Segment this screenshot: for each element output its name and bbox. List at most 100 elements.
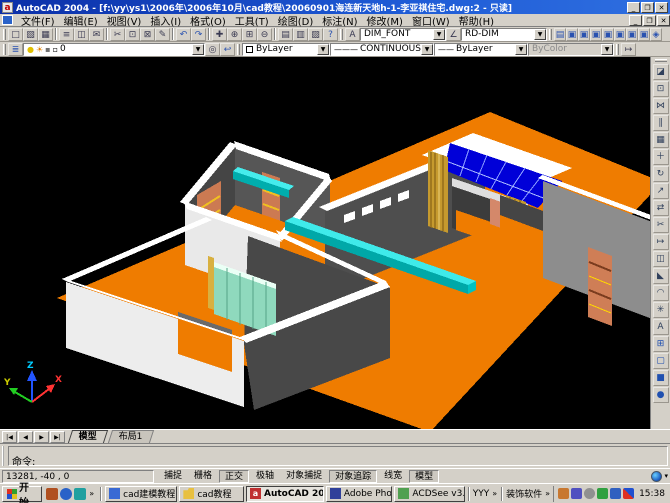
task-cad-modeling-tutorial[interactable]: cad建模教程... xyxy=(105,485,178,502)
help-button[interactable]: ? xyxy=(323,27,338,41)
toolbar-grip[interactable] xyxy=(654,59,667,62)
menu-item[interactable]: 编辑(E) xyxy=(60,13,102,28)
layer-manager-icon[interactable]: ≣ xyxy=(8,42,23,56)
menu-item[interactable]: 格式(O) xyxy=(186,13,230,28)
modify-toolbar-button[interactable]: ⇄ xyxy=(652,200,669,216)
minimize-button[interactable]: _ xyxy=(627,1,640,13)
polar-toggle[interactable]: 极轴 xyxy=(251,470,279,483)
tab-layout1[interactable]: 布局1 xyxy=(107,430,154,443)
menu-item[interactable]: 修改(M) xyxy=(363,13,407,28)
dim-style-combo[interactable]: RD-DIM ▼ xyxy=(461,27,547,41)
tab-last-icon[interactable]: ▶| xyxy=(50,431,65,443)
tray-icon-5[interactable] xyxy=(610,488,622,499)
modify-toolbar-button[interactable]: ⊡ xyxy=(652,81,669,97)
quicklaunch-icon-2[interactable] xyxy=(60,487,73,500)
task-autocad[interactable]: a AutoCAD 200... xyxy=(245,485,324,502)
file-toolbar-button[interactable]: □ xyxy=(8,27,23,41)
command-grip[interactable] xyxy=(2,446,6,466)
quicklaunch-icon-3[interactable] xyxy=(74,487,87,500)
communication-center-icon[interactable] xyxy=(651,470,663,482)
menu-item[interactable]: 标注(N) xyxy=(318,13,361,28)
undo-redo-button[interactable]: ↷ xyxy=(191,27,206,41)
task-photoshop[interactable]: Adobe Photo... xyxy=(325,485,393,502)
print-toolbar-button[interactable]: ≡ xyxy=(59,27,74,41)
text-style-icon[interactable]: A xyxy=(345,27,360,41)
tab-model[interactable]: 模型 xyxy=(67,430,109,443)
undo-redo-button[interactable]: ↶ xyxy=(176,27,191,41)
chevron-more-icon[interactable]: » xyxy=(88,489,95,498)
grid-toggle[interactable]: 栅格 xyxy=(189,470,217,483)
zoom-toolbar-button[interactable]: ⊕ xyxy=(227,27,242,41)
chevron-down-icon[interactable]: ▼ xyxy=(534,28,546,40)
tray-icon-3[interactable] xyxy=(584,488,596,499)
toolbar-grip[interactable] xyxy=(3,43,6,55)
modify-toolbar-button[interactable]: ▦ xyxy=(652,132,669,148)
view-cube-button[interactable]: ▣ xyxy=(590,27,602,41)
doc-restore-button[interactable]: ❐ xyxy=(643,14,656,26)
menu-item[interactable]: 工具(T) xyxy=(231,13,273,28)
modify-toolbar-button[interactable]: ⋈ xyxy=(652,98,669,114)
tray-icon-2[interactable] xyxy=(571,488,583,499)
view-cube-button[interactable]: ▣ xyxy=(614,27,626,41)
task-cad-tutorial-folder[interactable]: cad教程 xyxy=(179,485,244,502)
palette-toolbar-button[interactable]: ▥ xyxy=(293,27,308,41)
tab-next-icon[interactable]: ▶ xyxy=(34,431,49,443)
modify-toolbar-button[interactable]: ◠ xyxy=(652,285,669,301)
zoom-toolbar-button[interactable]: ⊖ xyxy=(257,27,272,41)
view-cube-button[interactable]: ▣ xyxy=(602,27,614,41)
otrack-toggle[interactable]: 对象追踪 xyxy=(329,469,378,483)
chevron-down-icon[interactable]: ▼ xyxy=(192,43,204,55)
chevron-down-icon[interactable]: ▾ xyxy=(664,472,668,480)
edit-toolbar-button[interactable]: ⊠ xyxy=(140,27,155,41)
edit-toolbar-button[interactable]: ✂ xyxy=(110,27,125,41)
command-input[interactable]: 命令: xyxy=(8,446,668,468)
make-layer-current-icon[interactable]: ◎ xyxy=(205,42,220,56)
menu-item[interactable]: 帮助(H) xyxy=(455,13,498,28)
tray-icon-6[interactable] xyxy=(623,488,635,499)
menu-item[interactable]: 插入(I) xyxy=(146,13,185,28)
chevron-down-icon[interactable]: ▼ xyxy=(317,43,329,55)
close-button[interactable]: ✕ xyxy=(655,1,668,13)
menu-item[interactable]: 文件(F) xyxy=(17,13,59,28)
modify-toolbar-button[interactable]: ■ xyxy=(652,370,669,386)
view-cube-button[interactable]: ▣ xyxy=(578,27,590,41)
taskbar-toolbar-yyy[interactable]: YYY xyxy=(473,489,490,499)
modify-toolbar-button[interactable]: ↗ xyxy=(652,183,669,199)
task-acdsee[interactable]: ACDSee v3.1... xyxy=(394,485,465,502)
chevron-down-icon[interactable]: ▼ xyxy=(515,43,527,55)
taskbar-toolbar-deco[interactable]: 装饰软件 xyxy=(506,487,542,500)
model-space-toggle[interactable]: 模型 xyxy=(409,469,440,483)
lineweight-combo[interactable]: —— ByLayer ▼ xyxy=(434,42,528,56)
color-combo[interactable]: ByLayer ▼ xyxy=(242,42,330,56)
toolbar-grip[interactable] xyxy=(616,43,619,55)
toolbar-grip[interactable] xyxy=(549,28,552,40)
chevron-down-icon[interactable]: ▼ xyxy=(421,43,433,55)
ortho-toggle[interactable]: 正交 xyxy=(219,469,250,483)
modify-toolbar-button[interactable]: A xyxy=(652,319,669,335)
edit-toolbar-button[interactable]: ✎ xyxy=(155,27,170,41)
print-toolbar-button[interactable]: ◫ xyxy=(74,27,89,41)
linetype-combo[interactable]: ——— CONTINUOUS ▼ xyxy=(330,42,434,56)
modify-toolbar-button[interactable]: ◪ xyxy=(652,64,669,80)
drawing-canvas[interactable]: Z X Y ◪ ⊡ ⋈ ∥ ▦ ＋ ↻ ↗ ⇄ ✂ ↦ ◫ ◣ ◠ ✳ A ⊞ ▢ ■ ● xyxy=(0,57,670,429)
chevron-down-icon[interactable]: ▼ xyxy=(433,28,445,40)
dim-style-icon[interactable]: ∠ xyxy=(446,27,461,41)
lineweight-toggle[interactable]: 线宽 xyxy=(379,470,407,483)
modify-toolbar-button[interactable]: ∥ xyxy=(652,115,669,131)
chevron-more-icon[interactable]: » xyxy=(544,489,551,498)
layer-combo[interactable]: ● ☀ ▪ ▫ 0 ▼ xyxy=(23,42,205,56)
dimension-toolbar-icon[interactable]: ↦ xyxy=(621,42,636,56)
modify-toolbar-button[interactable]: ◫ xyxy=(652,251,669,267)
modify-toolbar-button[interactable]: ▢ xyxy=(652,353,669,369)
osnap-toggle[interactable]: 对象捕捉 xyxy=(281,470,327,483)
view-cube-button[interactable]: ▣ xyxy=(638,27,650,41)
modify-toolbar-button[interactable]: ◣ xyxy=(652,268,669,284)
view-cube-button[interactable]: ◈ xyxy=(650,27,662,41)
view-cube-button[interactable]: ▣ xyxy=(626,27,638,41)
tab-first-icon[interactable]: |◀ xyxy=(2,431,17,443)
chevron-more-icon[interactable]: » xyxy=(491,489,498,498)
menu-item[interactable]: 窗口(W) xyxy=(408,13,454,28)
file-toolbar-button[interactable]: ▦ xyxy=(38,27,53,41)
zoom-toolbar-button[interactable]: ✚ xyxy=(212,27,227,41)
view-cube-button[interactable]: ▤ xyxy=(554,27,566,41)
